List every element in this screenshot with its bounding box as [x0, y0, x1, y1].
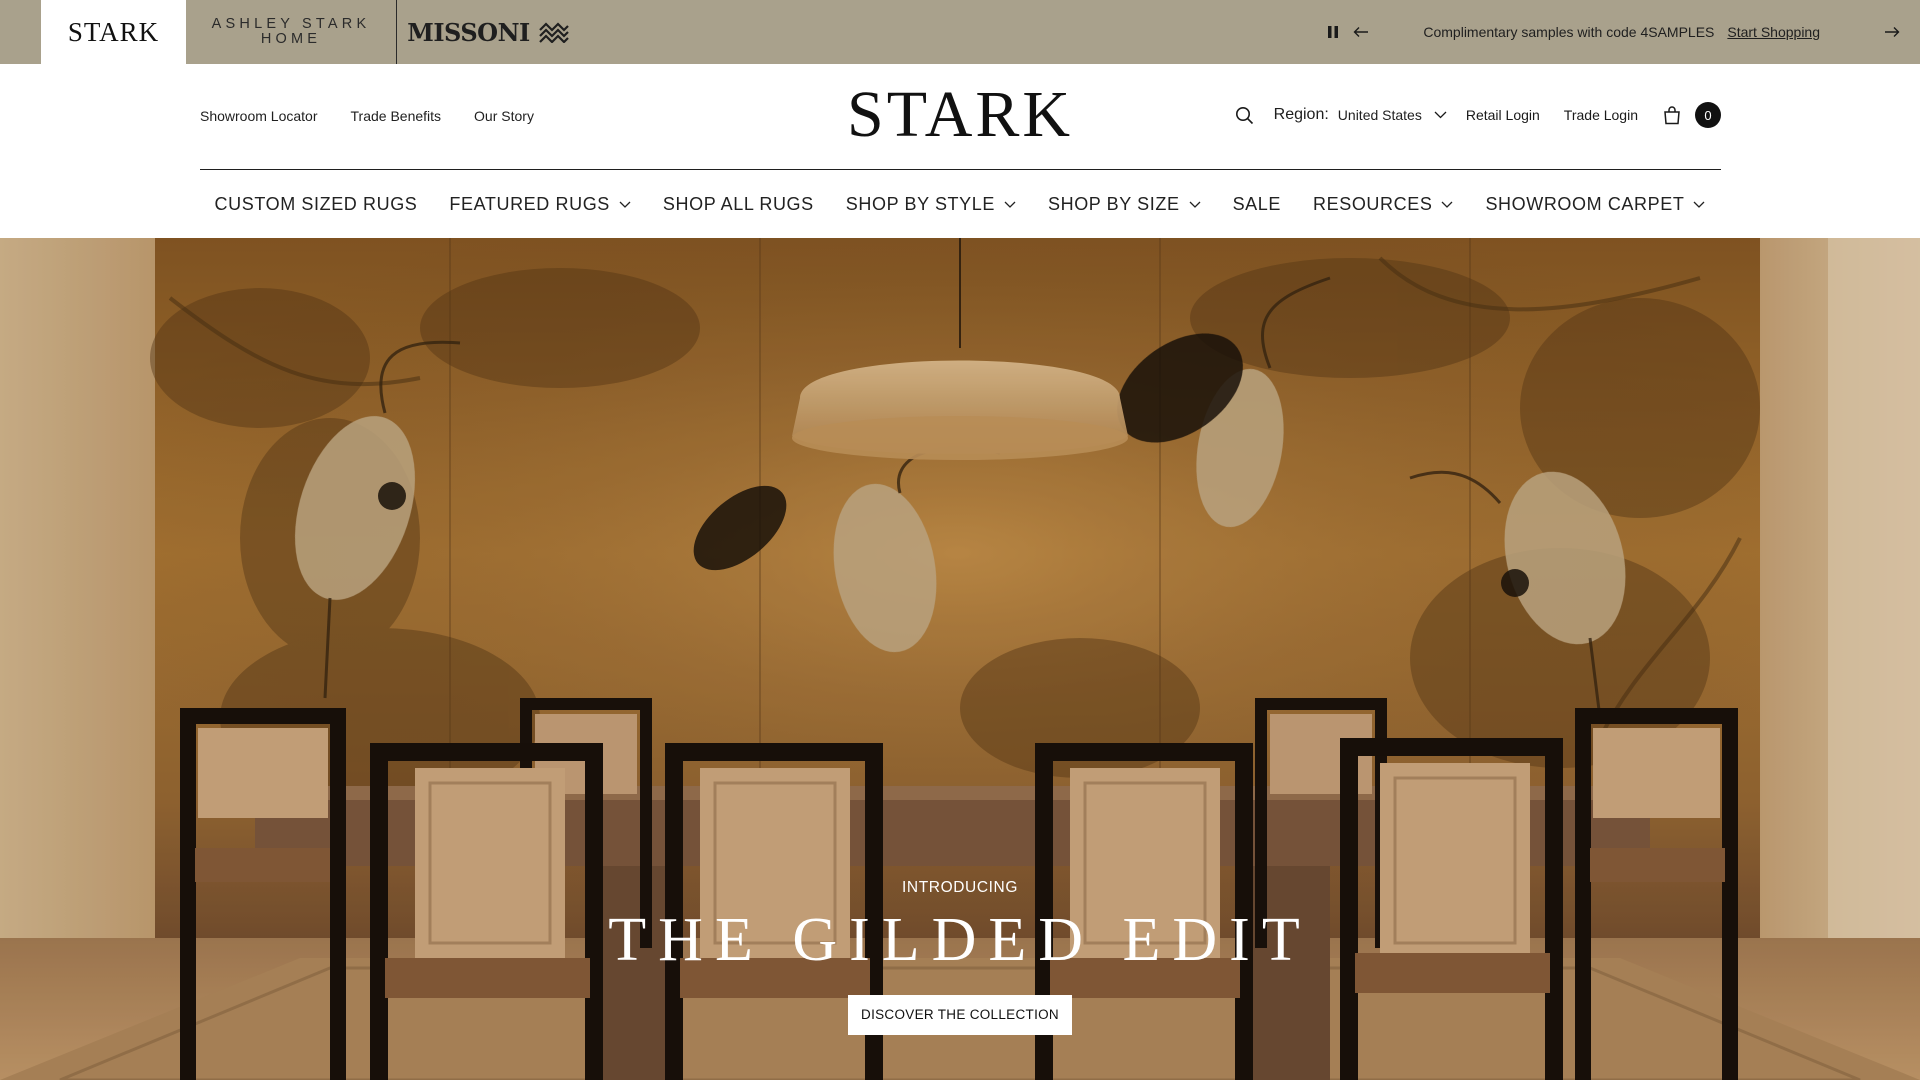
our-story-link[interactable]: Our Story [474, 108, 534, 124]
cart-button[interactable] [1661, 104, 1683, 126]
hero-banner[interactable]: INTRODUCING THE GILDED EDIT DISCOVER THE… [0, 238, 1920, 1080]
retail-login-link[interactable]: Retail Login [1466, 107, 1540, 123]
brand-ashley-line1: ASHLEY STARK [211, 16, 371, 32]
nav-item-label: SHOP ALL RUGS [662, 194, 814, 214]
start-shopping-link[interactable]: Start Shopping [1727, 24, 1820, 40]
search-button[interactable] [1233, 103, 1257, 127]
shopping-bag-icon [1664, 106, 1680, 125]
zigzag-logo-icon [538, 22, 569, 43]
chevron-down-icon [1004, 201, 1016, 208]
nav-featured-rugs[interactable]: FEATURED RUGS [433, 194, 646, 215]
chevron-down-icon [1693, 201, 1705, 208]
chevron-down-icon [1441, 201, 1453, 208]
chevron-down-icon [619, 201, 631, 208]
nav-shop-all-rugs[interactable]: SHOP ALL RUGS [647, 194, 830, 215]
nav-item-label: SHOP BY SIZE [1047, 194, 1180, 214]
nav-shop-by-size[interactable]: SHOP BY SIZE [1032, 194, 1217, 215]
region-value: United States [1337, 107, 1422, 123]
discover-collection-button[interactable]: DISCOVER THE COLLECTION [848, 995, 1072, 1035]
trade-login-link[interactable]: Trade Login [1564, 107, 1638, 123]
brand-tab-missoni[interactable]: MISSONI [397, 0, 579, 64]
cart-count-badge[interactable]: 0 [1695, 102, 1721, 128]
showroom-locator-link[interactable]: Showroom Locator [200, 108, 318, 124]
nav-resources[interactable]: RESOURCES [1297, 194, 1469, 215]
nav-item-label: SHOP BY STYLE [845, 194, 995, 214]
arrow-left-icon [1353, 27, 1369, 37]
nav-item-label: RESOURCES [1313, 194, 1433, 214]
promo-carousel: Complimentary samples with code 4SAMPLES… [1319, 0, 1920, 64]
nav-item-label: CUSTOM SIZED RUGS [214, 194, 418, 214]
nav-shop-by-style[interactable]: SHOP BY STYLE [830, 194, 1032, 215]
nav-item-label: SHOWROOM CARPET [1485, 194, 1685, 214]
promo-text: Complimentary samples with code 4SAMPLES [1423, 24, 1715, 40]
pause-icon [1328, 26, 1339, 38]
arrow-right-icon [1885, 27, 1900, 37]
brand-stark-label: STARK [67, 16, 160, 47]
nav-showroom-carpet[interactable]: SHOWROOM CARPET [1469, 194, 1721, 215]
trade-benefits-link[interactable]: Trade Benefits [351, 108, 442, 124]
brand-ashley-line2: HOME [260, 31, 322, 47]
hero-copy: INTRODUCING THE GILDED EDIT DISCOVER THE… [0, 879, 1920, 1035]
brand-tab-ashley-stark-home[interactable]: ASHLEY STARK HOME [186, 0, 397, 64]
utility-nav: Showroom Locator Trade Benefits Our Stor… [200, 108, 534, 124]
pause-button[interactable] [1319, 18, 1347, 46]
nav-item-label: FEATURED RUGS [449, 194, 610, 214]
site-logo[interactable]: STARK [847, 82, 1073, 148]
region-label: Region: [1273, 106, 1329, 123]
nav-sale[interactable]: SALE [1217, 194, 1297, 215]
previous-promo-button[interactable] [1347, 18, 1375, 46]
brand-tab-stark[interactable]: STARK [41, 0, 186, 64]
search-icon [1236, 106, 1254, 124]
hero-title: THE GILDED EDIT [608, 906, 1312, 974]
nav-custom-sized-rugs[interactable]: CUSTOM SIZED RUGS [199, 194, 434, 215]
account-nav: Region: United States Retail Login Trade… [1233, 101, 1721, 129]
site-header: Showroom Locator Trade Benefits Our Stor… [200, 64, 1721, 170]
nav-item-label: SALE [1232, 194, 1282, 214]
chevron-down-icon [1434, 111, 1447, 119]
brand-missoni-label: MISSONI [407, 17, 530, 47]
brand-bar: STARK ASHLEY STARK HOME MISSONI Complime… [0, 0, 1920, 64]
main-nav: CUSTOM SIZED RUGS FEATURED RUGS SHOP ALL… [0, 171, 1920, 238]
chevron-down-icon [1189, 201, 1201, 208]
region-selector[interactable]: United States [1338, 107, 1447, 123]
hero-kicker: INTRODUCING [902, 879, 1018, 896]
next-promo-button[interactable] [1878, 18, 1906, 46]
